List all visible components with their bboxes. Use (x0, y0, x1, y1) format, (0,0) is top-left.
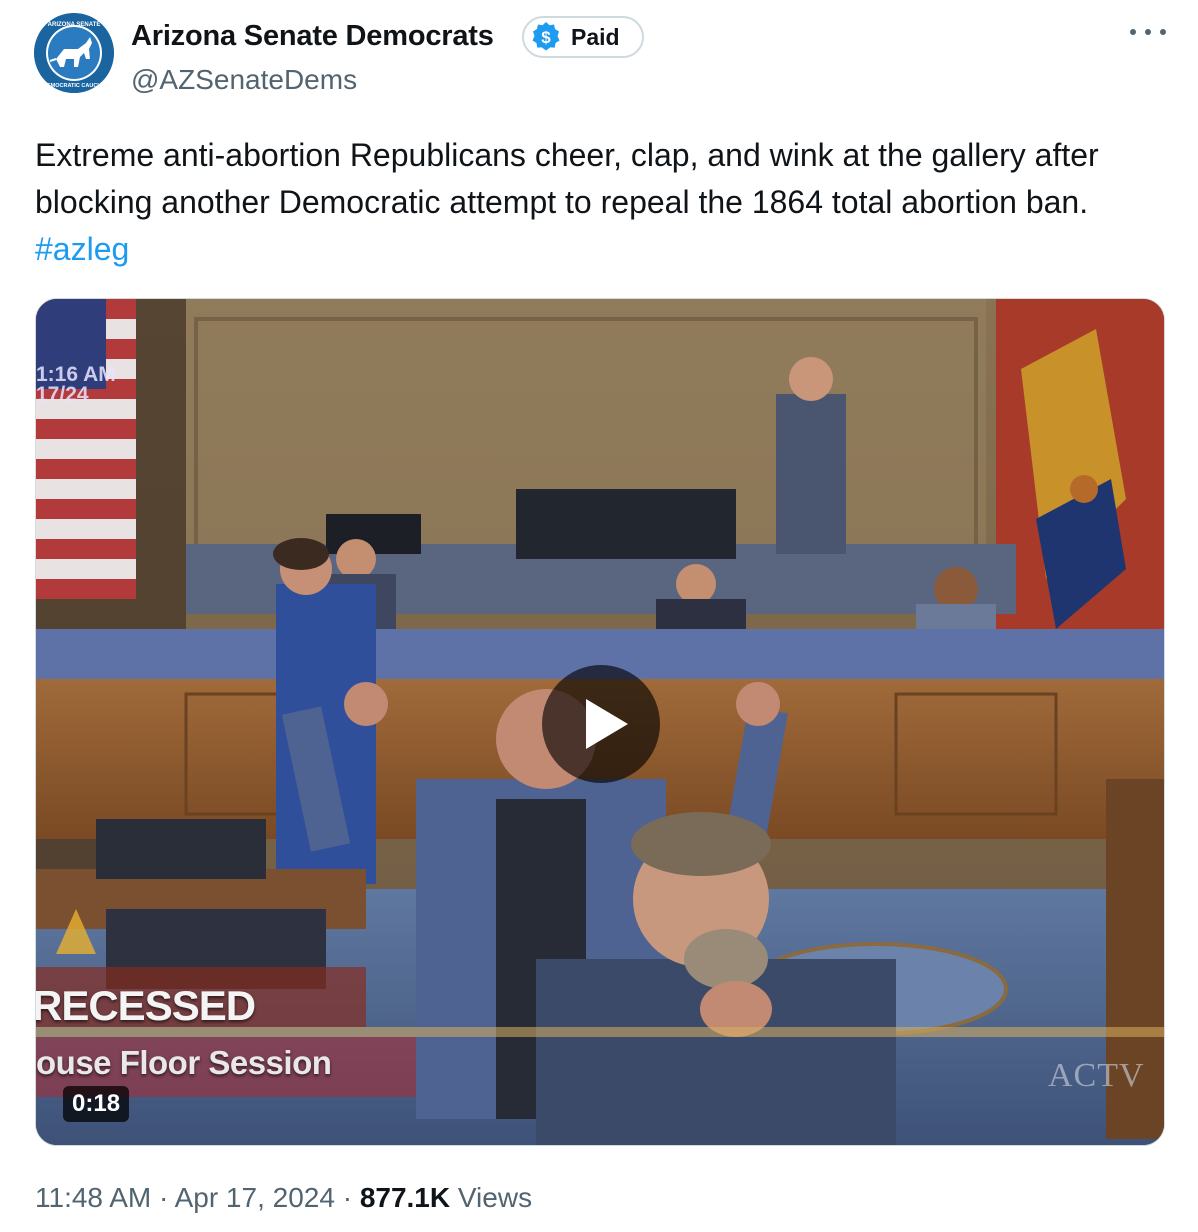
avatar-text-top: ARIZONA SENATE (48, 22, 101, 28)
video-overlay-session: ouse Floor Session (36, 1044, 332, 1081)
paid-badge-label: Paid (571, 23, 620, 50)
donkey-logo-icon: ARIZONA SENATE DEMOCRATIC CAUCUS (34, 13, 114, 93)
video-player[interactable]: 1:16 AM 17/24 RECESSED ouse Floor Sessio… (35, 298, 1165, 1146)
video-duration: 0:18 (63, 1086, 130, 1122)
video-overlay-status: RECESSED (35, 982, 256, 1029)
play-button[interactable] (542, 665, 660, 783)
svg-text:$: $ (541, 28, 551, 47)
video-overlay-time: 1:16 AM 17/24 (36, 363, 116, 406)
separator: · (342, 1182, 360, 1213)
tweet-date[interactable]: Apr 17, 2024 (175, 1182, 335, 1213)
video-overlay-logo: ACTV (1048, 1057, 1145, 1094)
avatar[interactable]: ARIZONA SENATE DEMOCRATIC CAUCUS (34, 13, 114, 93)
views-label: Views (457, 1182, 533, 1213)
tweet-time[interactable]: 11:48 AM (35, 1182, 151, 1213)
overlay-time-text: 1:16 AM (36, 363, 116, 386)
hashtag-link[interactable]: #azleg (35, 231, 129, 267)
dollar-icon: $ (532, 22, 560, 51)
views-count[interactable]: 877.1K (360, 1182, 450, 1213)
separator: · (159, 1182, 175, 1213)
tweet-text: Extreme anti-abortion Republicans cheer,… (35, 132, 1165, 273)
author-name[interactable]: Arizona Senate Democrats (131, 20, 494, 53)
overlay-date-text: 17/24 (36, 383, 89, 406)
tweet-body: Extreme anti-abortion Republicans cheer,… (35, 137, 1099, 220)
tweet: ARIZONA SENATE DEMOCRATIC CAUCUS Arizona… (0, 0, 1198, 1232)
play-icon (586, 699, 628, 749)
paid-badge[interactable]: $ Paid (522, 16, 644, 58)
more-icon[interactable] (1130, 22, 1166, 42)
tweet-meta: 11:48 AM · Apr 17, 2024 · 877.1K Views (35, 1182, 532, 1214)
avatar-text-bottom: DEMOCRATIC CAUCUS (43, 83, 105, 89)
author-handle[interactable]: @AZSenateDems (131, 64, 357, 96)
